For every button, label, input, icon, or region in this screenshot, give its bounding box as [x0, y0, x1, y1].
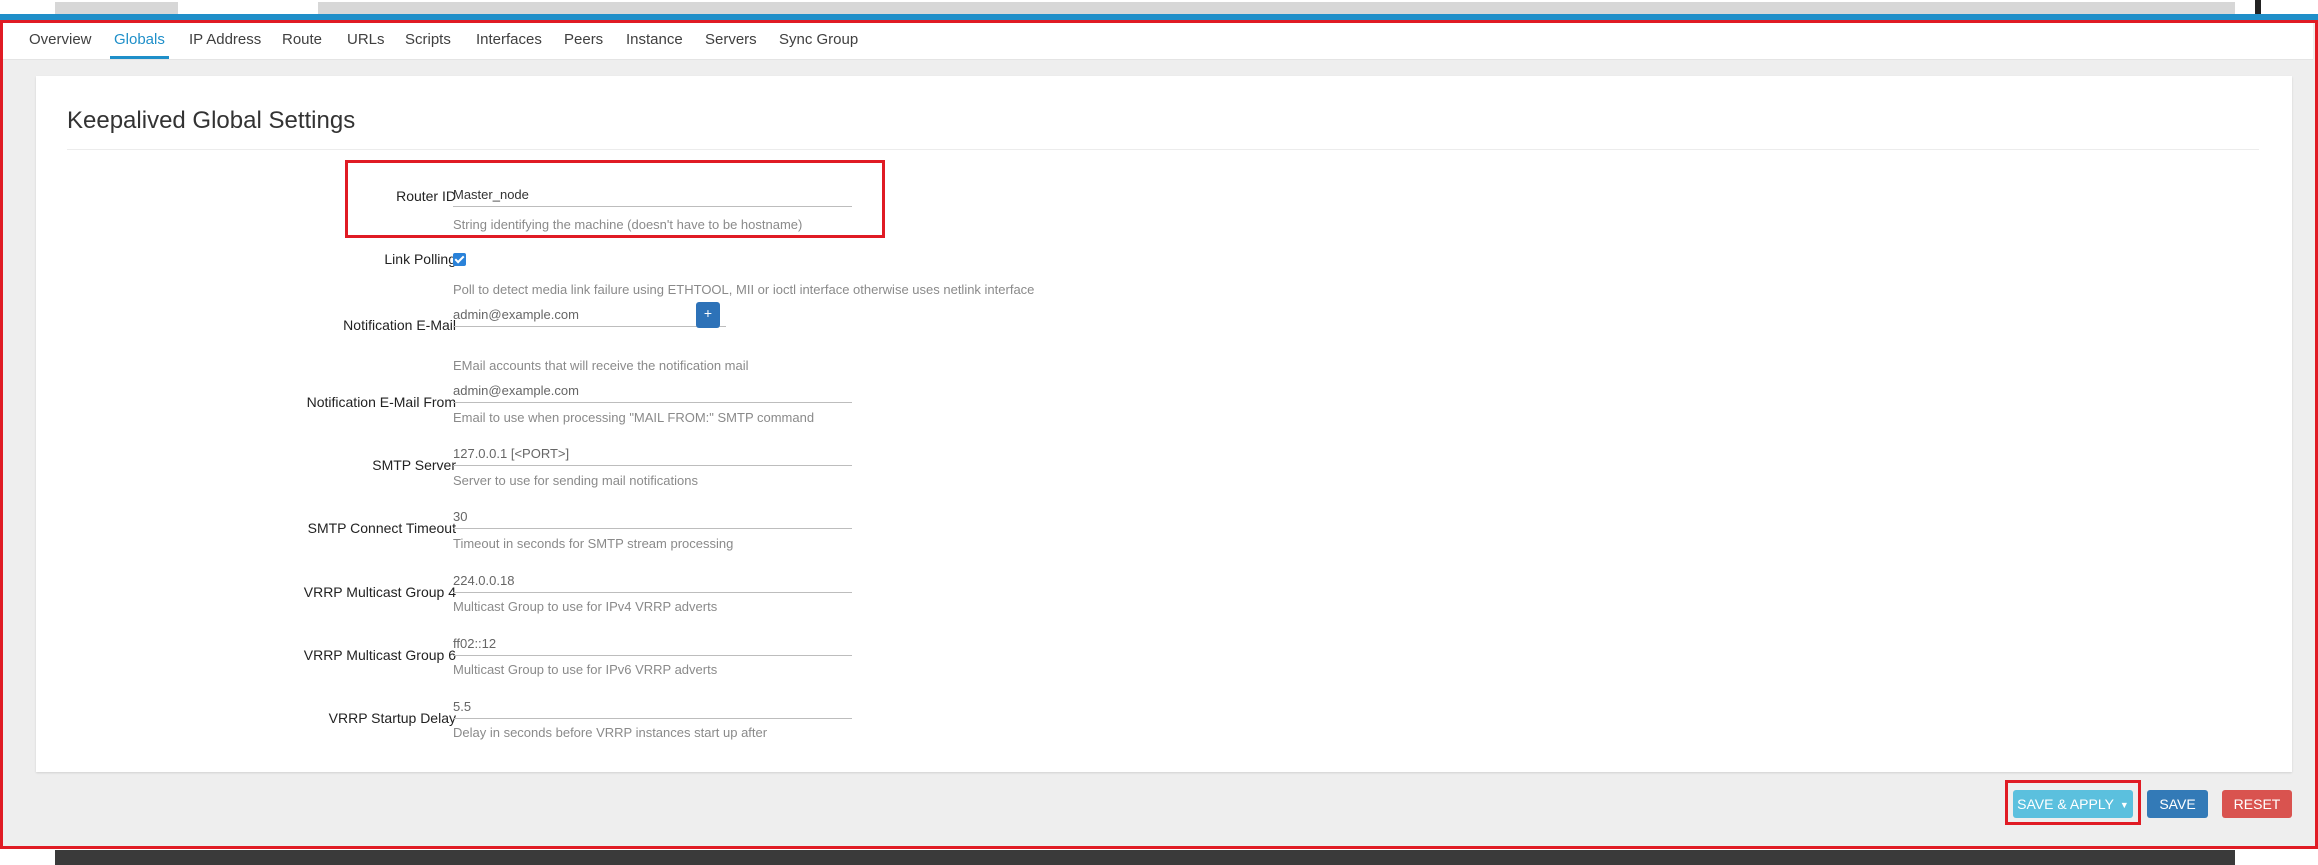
- save-apply-highlight: [2005, 780, 2141, 825]
- tab-urls[interactable]: URLs: [343, 23, 389, 56]
- vrrp-mcast-group6-input[interactable]: [453, 631, 852, 656]
- notification-email-from-label: Notification E-Mail From: [306, 394, 456, 410]
- settings-card: Keepalived Global Settings Router ID Str…: [36, 76, 2292, 772]
- smtp-connect-timeout-hint: Timeout in seconds for SMTP stream proce…: [453, 536, 734, 551]
- smtp-server-hint: Server to use for sending mail notificat…: [453, 473, 698, 488]
- tab-interfaces[interactable]: Interfaces: [472, 23, 546, 56]
- tab-overview[interactable]: Overview: [25, 23, 96, 56]
- link-polling-label: Link Polling: [384, 251, 456, 267]
- header-tab: [178, 2, 318, 14]
- smtp-server-label: SMTP Server: [372, 457, 456, 473]
- smtp-connect-timeout-label: SMTP Connect Timeout: [307, 520, 456, 536]
- tab-scripts[interactable]: Scripts: [401, 23, 455, 56]
- link-polling-hint: Poll to detect media link failure using …: [453, 282, 1035, 297]
- smtp-connect-timeout-input[interactable]: [453, 504, 852, 529]
- vrrp-startup-delay-hint: Delay in seconds before VRRP instances s…: [453, 725, 768, 740]
- vrrp-mcast-group4-label: VRRP Multicast Group 4: [303, 584, 456, 600]
- tab-servers[interactable]: Servers: [701, 23, 761, 56]
- vrrp-mcast-group6-hint: Multicast Group to use for IPv6 VRRP adv…: [453, 662, 718, 677]
- tab-route[interactable]: Route: [278, 23, 326, 56]
- tab-globals[interactable]: Globals: [110, 23, 169, 59]
- notification-email-from-hint: Email to use when processing "MAIL FROM:…: [453, 410, 815, 425]
- vrrp-mcast-group4-hint: Multicast Group to use for IPv4 VRRP adv…: [453, 599, 718, 614]
- notification-email-label: Notification E-Mail: [343, 317, 456, 333]
- section-divider: [67, 149, 2259, 150]
- section-title: Keepalived Global Settings: [67, 107, 356, 134]
- link-polling-checkbox[interactable]: [453, 253, 466, 266]
- notification-email-hint: EMail accounts that will receive the not…: [453, 358, 749, 373]
- tab-instance[interactable]: Instance: [622, 23, 687, 56]
- vrrp-mcast-group4-input[interactable]: [453, 568, 852, 593]
- vrrp-mcast-group6-label: VRRP Multicast Group 6: [303, 647, 456, 663]
- tab-peers[interactable]: Peers: [560, 23, 607, 56]
- vrrp-startup-delay-label: VRRP Startup Delay: [328, 710, 456, 726]
- notification-email-input[interactable]: [453, 302, 726, 327]
- bottom-bar: [55, 850, 2235, 865]
- add-email-button[interactable]: +: [696, 302, 720, 328]
- main-frame: Overview Globals IP Address Route URLs S…: [0, 20, 2318, 849]
- tab-bar: Overview Globals IP Address Route URLs S…: [3, 23, 2313, 60]
- header-bar: [55, 2, 2235, 14]
- tab-sync-group[interactable]: Sync Group: [775, 23, 862, 56]
- smtp-server-input[interactable]: [453, 441, 852, 466]
- router-id-highlight: [345, 160, 885, 238]
- vrrp-startup-delay-input[interactable]: [453, 694, 852, 719]
- notification-email-from-input[interactable]: [453, 378, 852, 403]
- save-button[interactable]: SAVE: [2147, 790, 2208, 818]
- browser-top-strip: [0, 0, 2318, 22]
- reset-button[interactable]: RESET: [2222, 790, 2292, 818]
- tab-ip-address[interactable]: IP Address: [185, 23, 265, 56]
